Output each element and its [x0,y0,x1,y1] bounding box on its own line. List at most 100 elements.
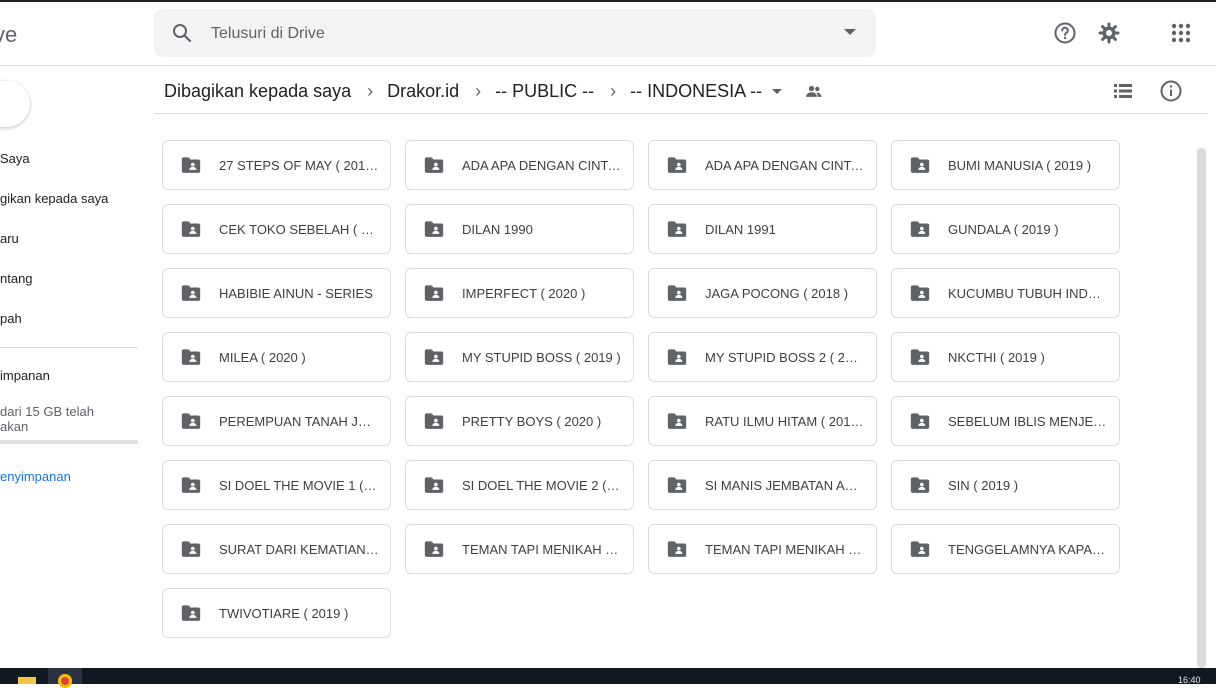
sidebar-item-my-drive[interactable]: Saya [0,151,30,166]
folder-name: MY STUPID BOSS 2 ( 202… [705,349,865,365]
sidebar-item-shared-with-me[interactable]: gikan kepada saya [0,191,108,206]
folder-name: TWIVOTIARE ( 2019 ) [219,605,349,621]
folder-item[interactable]: SI DOEL THE MOVIE 1 ( 2… [162,460,391,510]
scrollbar[interactable] [1197,148,1206,668]
folder-item[interactable]: DILAN 1991 [648,204,877,254]
list-view-icon[interactable] [1111,79,1135,103]
folder-item[interactable]: ADA APA DENGAN CINTA… [405,140,634,190]
shared-folder-icon [424,413,444,429]
shared-folder-icon [910,157,930,173]
folder-item[interactable]: PEREMPUAN TANAH JA… [162,396,391,446]
buy-storage-link[interactable]: enyimpanan [0,469,71,484]
shared-folder-icon [181,477,201,493]
folder-item[interactable]: JAGA POCONG ( 2018 ) [648,268,877,318]
shared-folder-icon [667,221,687,237]
shared-folder-icon [424,157,444,173]
folder-name: BUMI MANUSIA ( 2019 ) [948,157,1092,173]
sidebar-item-trash[interactable]: pah [0,311,22,326]
help-icon[interactable] [1053,21,1077,45]
info-icon[interactable] [1159,79,1183,103]
folder-item[interactable]: 27 STEPS OF MAY ( 2019 ) [162,140,391,190]
folder-item[interactable]: KUCUMBU TUBUH INDAH… [891,268,1120,318]
storage-title[interactable]: impanan [0,368,50,383]
folder-item[interactable]: ADA APA DENGAN CINTA… [648,140,877,190]
shared-folder-icon [667,541,687,557]
folder-grid: 27 STEPS OF MAY ( 2019 ) ADA APA DENGAN C… [162,140,1120,638]
folder-name: PEREMPUAN TANAH JA… [219,413,379,429]
folder-item[interactable]: CEK TOKO SEBELAH ( 20… [162,204,391,254]
breadcrumb: Dibagikan kepada saya › Drakor.id › -- P… [164,79,824,103]
folder-name: PRETTY BOYS ( 2020 ) [462,413,602,429]
sidebar-item-recent[interactable]: aru [0,231,19,246]
folder-item[interactable]: TEMAN TAPI MENIKAH 1… [405,524,634,574]
folder-item[interactable]: IMPERFECT ( 2020 ) [405,268,634,318]
folder-name: TENGGELAMNYA KAPAL … [948,541,1108,557]
shared-folder-icon [424,477,444,493]
folder-item[interactable]: MY STUPID BOSS 2 ( 202… [648,332,877,382]
breadcrumb-separator-icon: › [610,80,617,101]
folder-item[interactable]: SIN ( 2019 ) [891,460,1120,510]
folder-item[interactable]: RATU ILMU HITAM ( 2018 ) [648,396,877,446]
shared-folder-icon [667,285,687,301]
folder-menu-chevron-down-icon[interactable] [772,88,783,94]
folder-item[interactable]: SURAT DARI KEMATIAN (… [162,524,391,574]
storage-usage-bar [0,440,138,444]
storage-usage-text: dari 15 GB telah akan [0,404,94,434]
shared-folder-icon [910,477,930,493]
folder-item[interactable]: TEMAN TAPI MENIKAH 2… [648,524,877,574]
breadcrumb-item-indonesia[interactable]: -- INDONESIA -- [630,81,762,102]
shared-folder-icon [910,221,930,237]
folder-item[interactable]: GUNDALA ( 2019 ) [891,204,1120,254]
content-divider [154,113,1208,114]
folder-item[interactable]: SI MANIS JEMBATAN AN… [648,460,877,510]
shared-folder-icon [667,413,687,429]
new-button[interactable] [0,81,30,127]
folder-item[interactable]: NKCTHI ( 2019 ) [891,332,1120,382]
shared-folder-icon [667,157,687,173]
sidebar-item-starred[interactable]: ntang [0,271,33,286]
folder-item[interactable]: MILEA ( 2020 ) [162,332,391,382]
shared-folder-icon [424,285,444,301]
shared-folder-icon [181,349,201,365]
folder-item[interactable]: TENGGELAMNYA KAPAL … [891,524,1120,574]
shared-folder-icon [181,413,201,429]
chrome-icon [58,674,72,688]
gear-icon[interactable] [1097,21,1121,45]
shared-folder-icon [910,285,930,301]
breadcrumb-separator-icon: › [367,80,374,101]
breadcrumb-item-drakor[interactable]: Drakor.id [387,81,459,102]
folder-name: DILAN 1991 [705,221,776,237]
search-icon[interactable] [170,21,194,45]
folder-item[interactable]: BUMI MANUSIA ( 2019 ) [891,140,1120,190]
folder-name: RATU ILMU HITAM ( 2018 ) [705,413,865,429]
folder-item[interactable]: MY STUPID BOSS ( 2019 ) [405,332,634,382]
search-bar[interactable]: Telusuri di Drive [154,9,876,57]
search-options-chevron-down-icon[interactable] [844,29,856,35]
folder-name: TEMAN TAPI MENIKAH 2… [705,541,865,557]
chrome-taskbar-button[interactable] [48,668,82,688]
apps-grid-icon[interactable] [1169,21,1193,45]
shared-folder-icon [181,541,201,557]
folder-name: IMPERFECT ( 2020 ) [462,285,586,301]
folder-item[interactable]: DILAN 1990 [405,204,634,254]
shared-folder-icon [910,413,930,429]
folder-name: CEK TOKO SEBELAH ( 20… [219,221,379,237]
folder-name: SI MANIS JEMBATAN AN… [705,477,865,493]
folder-item[interactable]: SI DOEL THE MOVIE 2 ( 2… [405,460,634,510]
folder-item[interactable]: SEBELUM IBLIS MENJEM… [891,396,1120,446]
folder-name: NKCTHI ( 2019 ) [948,349,1045,365]
folder-name: SEBELUM IBLIS MENJEM… [948,413,1108,429]
drive-logo-text: ve [0,22,18,47]
folder-name: SURAT DARI KEMATIAN (… [219,541,379,557]
folder-name: SI DOEL THE MOVIE 1 ( 2… [219,477,379,493]
folder-item[interactable]: HABIBIE AINUN - SERIES [162,268,391,318]
shared-folder-icon [667,477,687,493]
folder-item[interactable]: PRETTY BOYS ( 2020 ) [405,396,634,446]
search-input[interactable]: Telusuri di Drive [211,25,325,43]
file-explorer-icon[interactable] [18,677,36,684]
folder-name: HABIBIE AINUN - SERIES [219,285,373,301]
breadcrumb-item-public[interactable]: -- PUBLIC -- [495,81,594,102]
folder-item[interactable]: TWIVOTIARE ( 2019 ) [162,588,391,638]
shared-folder-icon [181,157,201,173]
breadcrumb-item-shared-with-me[interactable]: Dibagikan kepada saya [164,81,351,102]
